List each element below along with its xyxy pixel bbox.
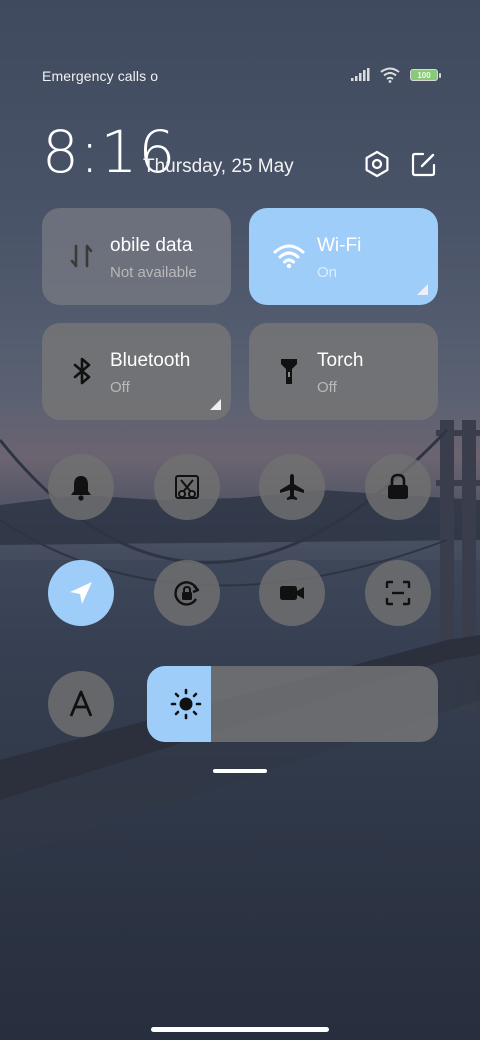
tile-mobile-data[interactable]: obile data Not available	[42, 208, 231, 305]
toggle-rotation-lock[interactable]	[154, 560, 220, 626]
location-arrow-icon	[70, 582, 92, 604]
sun-icon	[170, 688, 202, 720]
font-a-icon	[69, 690, 93, 717]
tile-label: Bluetooth	[110, 350, 191, 371]
tile-bluetooth[interactable]: Bluetooth Off	[42, 323, 231, 420]
panel-drag-handle[interactable]	[213, 769, 267, 773]
tile-label: Wi-Fi	[317, 235, 362, 256]
tile-state: On	[317, 264, 338, 281]
settings-icon[interactable]	[363, 150, 391, 178]
toggle-airplane[interactable]	[259, 454, 325, 520]
brightness-slider[interactable]	[147, 666, 438, 742]
date-label: Thursday, 25 May	[143, 156, 294, 177]
bluetooth-icon	[73, 357, 91, 385]
toggle-sound[interactable]	[48, 454, 114, 520]
tile-state: Off	[317, 379, 337, 396]
signal-icon	[351, 68, 370, 81]
torch-icon	[281, 359, 297, 384]
tile-state: Off	[110, 379, 130, 396]
wifi-status-icon	[380, 67, 400, 83]
status-icons: 100	[350, 67, 441, 83]
mobile-data-arrows-icon	[70, 244, 93, 268]
wifi-icon	[273, 244, 305, 269]
toggle-lock[interactable]	[365, 454, 431, 520]
tile-wifi[interactable]: Wi-Fi On	[249, 208, 438, 305]
emergency-calls-status: Emergency calls o	[42, 68, 159, 84]
toggle-location[interactable]	[48, 560, 114, 626]
video-camera-icon	[280, 586, 304, 600]
toggle-screenshot[interactable]	[154, 454, 220, 520]
airplane-icon	[280, 474, 304, 500]
toggle-scanner[interactable]	[365, 560, 431, 626]
tile-state: Not available	[110, 264, 197, 281]
expand-corner-icon[interactable]	[210, 399, 221, 410]
toggle-font[interactable]	[48, 671, 114, 737]
expand-corner-icon[interactable]	[417, 284, 428, 295]
toggle-screen-recorder[interactable]	[259, 560, 325, 626]
edit-icon[interactable]	[410, 150, 438, 178]
battery-icon: 100	[410, 69, 441, 81]
home-indicator[interactable]	[151, 1027, 329, 1032]
scan-icon	[385, 580, 411, 606]
tile-torch[interactable]: Torch Off	[249, 323, 438, 420]
rotation-lock-icon	[174, 581, 200, 606]
tile-label: Torch	[317, 350, 364, 371]
screenshot-scissors-icon	[175, 475, 199, 499]
bell-icon	[71, 476, 91, 501]
lock-icon	[388, 473, 408, 499]
tile-label: obile data	[110, 235, 193, 256]
